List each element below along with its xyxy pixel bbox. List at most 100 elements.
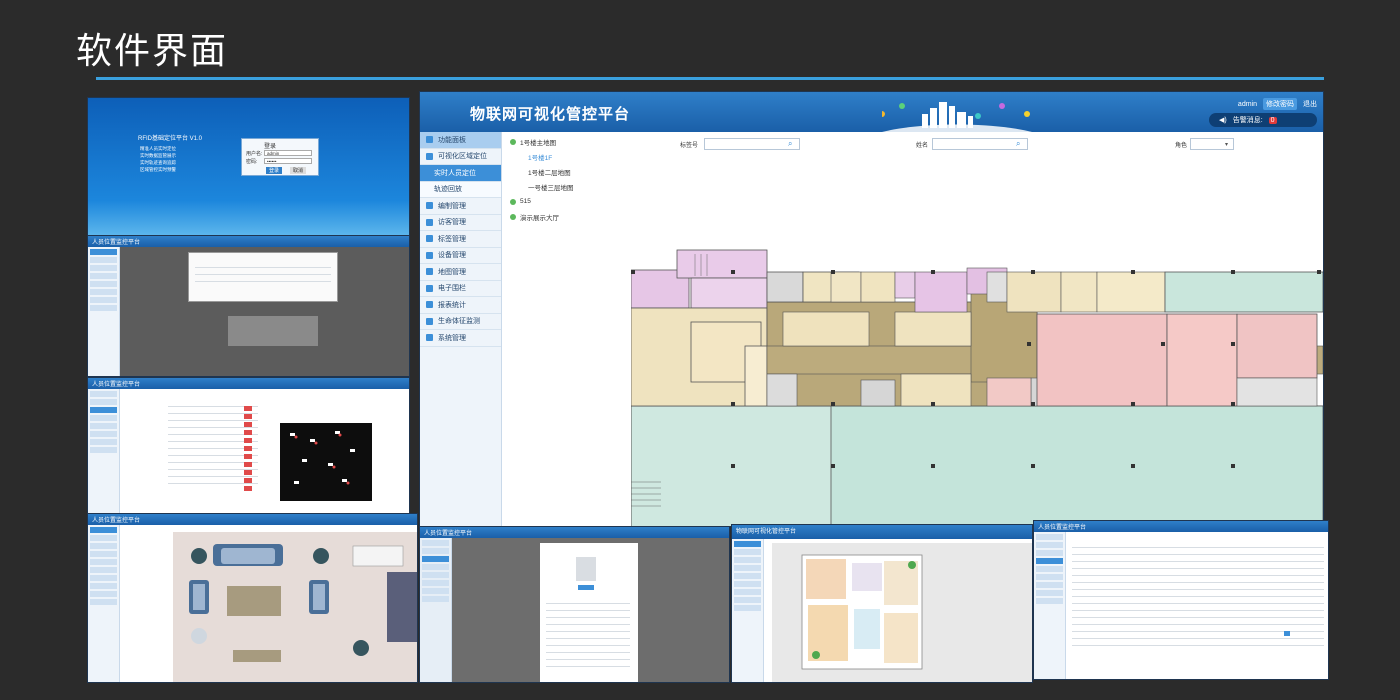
sidebar-item[interactable]: 标签管理 xyxy=(420,231,501,248)
sidebar-item[interactable]: 电子围栏 xyxy=(420,281,501,297)
personnel-form-screenshot: 人员位置监控平台 xyxy=(419,526,730,683)
positioning-map-screenshot: 人员位置监控平台 xyxy=(87,235,410,377)
sidebar-item-label: 标签管理 xyxy=(438,235,466,243)
tag-input[interactable] xyxy=(704,138,800,150)
sidebar-item-label: 轨迹回放 xyxy=(434,186,462,194)
sidebar-item-label: 设备管理 xyxy=(438,252,466,260)
floor-plan-map[interactable] xyxy=(631,242,1323,527)
sidebar-item-label: 访客管理 xyxy=(438,219,466,227)
sidebar-item[interactable]: 可视化区域定位 xyxy=(420,149,501,165)
main-platform-screenshot: 物联网可视化管控平台 admin 修改密码 退出 ◀) 告警消息: 0 功能面板… xyxy=(419,91,1324,527)
mini-app-title: 人员位置监控平台 xyxy=(92,382,141,388)
office-plan-screenshot: 物联网可视化管控平台 xyxy=(731,524,1033,683)
search-icon[interactable]: ⌕ xyxy=(1016,139,1020,149)
sidebar-item-label: 地图管理 xyxy=(438,268,466,276)
tree-node[interactable]: 1号楼二层地图 xyxy=(510,164,620,179)
sidebar-item-label: 可视化区域定位 xyxy=(438,153,487,161)
sidebar-item-label: 功能面板 xyxy=(438,136,466,144)
feature-item: 实时数据监管展示 xyxy=(140,153,176,158)
tree-node-label: 1号楼主地图 xyxy=(520,139,557,147)
sidebar-item[interactable]: 功能面板 xyxy=(420,132,501,149)
upload-button[interactable] xyxy=(578,585,594,590)
node-icon xyxy=(510,213,516,220)
password-label: 密码: xyxy=(246,159,258,165)
sidebar-item[interactable]: 生命体征监测 xyxy=(420,314,501,330)
filter-bar: 标签号 ⌕ 姓名 ⌕ 角色 ▾ xyxy=(680,138,1320,152)
sidebar-item-label: 系统管理 xyxy=(438,334,466,342)
login-button[interactable]: 登录 xyxy=(266,167,283,174)
menu-icon xyxy=(426,136,433,144)
feature-item: 区域管控实时预警 xyxy=(140,167,176,172)
mini-header: 人员位置监控平台 xyxy=(420,527,729,538)
edit-form-panel xyxy=(540,543,638,682)
tree-node[interactable]: 1号楼1F xyxy=(510,149,620,164)
slide-title: 软件界面 xyxy=(76,31,229,72)
room-floor-plan[interactable] xyxy=(173,532,418,683)
pagination-current[interactable] xyxy=(1284,631,1290,636)
sidebar-item[interactable]: 实时人员定位 xyxy=(420,165,501,182)
name-input[interactable] xyxy=(932,138,1028,150)
feature-item: 精准人员实时定位 xyxy=(140,146,176,151)
delete-buttons-column[interactable] xyxy=(244,406,252,492)
chevron-down-icon: ▾ xyxy=(1225,142,1229,148)
feature-item: 实时轨迹查询追踪 xyxy=(140,160,176,165)
menu-icon xyxy=(426,334,433,342)
menu-icon xyxy=(426,152,433,160)
name-label: 姓名 xyxy=(916,143,929,149)
alarm-count: 0 xyxy=(1268,116,1277,124)
username-input[interactable]: admin xyxy=(264,150,312,156)
password-input[interactable]: •••••• xyxy=(264,158,312,164)
map-canvas[interactable] xyxy=(772,543,1032,682)
record-list-screenshot: 人员位置监控平台 xyxy=(1033,520,1329,680)
cancel-button[interactable]: 取消 xyxy=(290,167,307,174)
sidebar: 功能面板可视化区域定位实时人员定位 轨迹回放编制管理访客管理标签管理设备管理地图管… xyxy=(420,132,502,526)
tag-table-screenshot: 人员位置监控平台 xyxy=(87,377,410,515)
sidebar-item-label: 实时人员定位 xyxy=(434,169,476,177)
menu-icon xyxy=(426,268,433,276)
sidebar-item-label: 电子围栏 xyxy=(438,285,466,293)
login-screenshot: RFID基础定位平台 V1.0 精准人员实时定位 实时数据监管展示 实时轨迹查询追踪… xyxy=(87,97,410,245)
tree-node[interactable]: 1号楼主地图 xyxy=(510,134,620,149)
sidebar-item[interactable]: 设备管理 xyxy=(420,248,501,264)
sidebar-item[interactable]: 编制管理 xyxy=(420,198,501,215)
menu-icon xyxy=(426,317,433,325)
sidebar-item-label: 生命体征监测 xyxy=(438,318,480,326)
app-title: 物联网可视化管控平台 xyxy=(470,105,631,123)
tree-node-label: 1号楼二层地图 xyxy=(528,169,571,177)
tree-node-label: 演示展示大厅 xyxy=(520,214,559,222)
mini-sidebar xyxy=(88,247,120,376)
menu-icon xyxy=(426,284,433,292)
menu-icon xyxy=(426,202,433,210)
tag-label: 标签号 xyxy=(680,143,699,149)
password-value: •••••• xyxy=(267,159,277,164)
tree-node[interactable]: 演示展示大厅 xyxy=(510,209,620,224)
dark-map-view[interactable] xyxy=(280,423,372,501)
user-label: 用户名: xyxy=(246,151,263,157)
alarm-label: 告警消息: xyxy=(1232,117,1263,124)
menu-icon xyxy=(426,235,433,243)
node-icon xyxy=(510,138,516,145)
mini-app-title: 人员位置监控平台 xyxy=(1038,525,1087,531)
login-dialog: 登录 用户名: admin 密码: •••••• 登录 取消 xyxy=(241,138,319,176)
sidebar-item[interactable]: 访客管理 xyxy=(420,215,501,231)
sidebar-item[interactable]: 报表统计 xyxy=(420,297,501,314)
app-header: 物联网可视化管控平台 admin 修改密码 退出 ◀) 告警消息: 0 xyxy=(420,92,1323,132)
tree-node[interactable]: 一号楼三层地图 xyxy=(510,179,620,194)
title-divider xyxy=(96,77,1324,80)
sidebar-item[interactable]: 地图管理 xyxy=(420,264,501,281)
sidebar-item[interactable]: 轨迹回放 xyxy=(420,181,501,198)
search-icon[interactable]: ⌕ xyxy=(788,139,792,149)
mini-header: 人员位置监控平台 xyxy=(88,378,409,389)
change-password-button[interactable]: 修改密码 xyxy=(1263,98,1297,110)
mini-header: 人员位置监控平台 xyxy=(88,514,417,525)
alarm-bar[interactable]: ◀) 告警消息: 0 xyxy=(1209,113,1317,127)
username-value: admin xyxy=(267,151,280,156)
logout-button[interactable]: 退出 xyxy=(1303,99,1317,109)
mini-header: 物联网可视化管控平台 xyxy=(732,525,1032,539)
map-tree: 1号楼主地图 1号楼1F 1号楼二层地图一号楼三层地图 515 演示展示大厅 xyxy=(510,134,620,224)
sidebar-item-label: 报表统计 xyxy=(438,301,466,309)
mini-sidebar xyxy=(420,538,452,682)
mini-sidebar xyxy=(732,539,764,682)
sidebar-item[interactable]: 系统管理 xyxy=(420,330,501,347)
tree-node[interactable]: 515 xyxy=(510,194,620,209)
